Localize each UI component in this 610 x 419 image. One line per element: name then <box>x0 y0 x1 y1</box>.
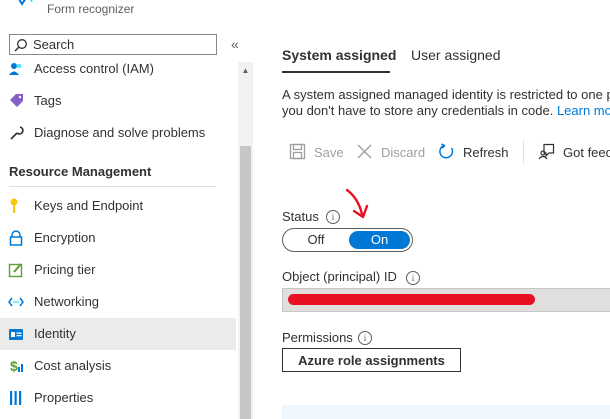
toggle-off-option[interactable]: Off <box>283 229 349 251</box>
edit-icon <box>8 263 23 278</box>
collapse-sidebar-button[interactable]: « <box>231 36 239 52</box>
redaction-mark <box>288 294 535 305</box>
feedback-label: Got feedback? <box>563 145 610 160</box>
sidebar-item-label: Identity <box>34 326 76 341</box>
description-line-2: you don't have to store any credentials … <box>282 103 610 118</box>
toggle-on-option[interactable]: On <box>349 231 410 249</box>
scroll-up-arrow-icon[interactable]: ▲ <box>238 64 253 78</box>
annotation-arrow-icon <box>345 188 369 219</box>
sidebar-item-diagnose[interactable]: Diagnose and solve problems <box>0 117 236 149</box>
status-toggle[interactable]: Off On <box>282 228 413 252</box>
discard-button[interactable]: Discard <box>356 141 426 163</box>
toolbar-separator <box>523 141 524 163</box>
sidebar-item-access-control[interactable]: Access control (IAM) <box>0 53 236 85</box>
section-heading: Resource Management <box>9 164 152 179</box>
sidebar-item-label: Tags <box>34 93 62 108</box>
tab-selected-indicator <box>282 71 390 73</box>
sidebar-item-encryption[interactable]: Encryption <box>0 222 236 254</box>
sidebar-item-label: Cost analysis <box>34 358 112 373</box>
sidebar-item-label: Pricing tier <box>34 262 96 277</box>
info-banner <box>282 405 610 419</box>
discard-label: Discard <box>381 145 426 160</box>
learn-more-link[interactable]: Learn mo <box>557 103 610 118</box>
properties-icon <box>10 391 22 405</box>
feedback-button[interactable]: Got feedback? <box>538 141 610 163</box>
refresh-label: Refresh <box>463 145 509 160</box>
sidebar-item-label: Encryption <box>34 230 96 245</box>
sidebar-item-identity[interactable]: Identity <box>0 318 236 350</box>
tab-user-assigned[interactable]: User assigned <box>411 47 501 63</box>
search-input[interactable] <box>33 35 213 54</box>
identity-icon <box>9 329 23 340</box>
description-text: you don't have to store any credentials … <box>282 103 557 118</box>
wrench-icon <box>10 126 24 140</box>
sidebar-item-keys[interactable]: Keys and Endpoint <box>0 190 236 222</box>
key-icon <box>10 198 18 213</box>
sidebar-item-label: Properties <box>34 390 94 405</box>
feedback-icon <box>538 143 555 160</box>
cost-icon: $ <box>10 358 23 374</box>
save-icon <box>289 143 306 160</box>
sidebar-item-label: Access control (IAM) <box>34 61 154 76</box>
svg-text:$: $ <box>10 358 18 374</box>
sidebar-item-tags[interactable]: Tags <box>0 85 236 117</box>
close-icon <box>357 144 372 159</box>
refresh-button[interactable]: Refresh <box>438 141 510 163</box>
permissions-label: Permissions <box>282 330 353 345</box>
save-button[interactable]: Save <box>289 141 345 163</box>
sidebar-item-label: Keys and Endpoint <box>34 198 144 213</box>
info-icon[interactable]: i <box>358 331 372 345</box>
scrollbar-thumb[interactable] <box>240 146 251 419</box>
section-divider <box>9 186 216 187</box>
search-box[interactable] <box>9 34 217 55</box>
tab-system-assigned[interactable]: System assigned <box>282 47 396 63</box>
sidebar-item-pricing[interactable]: Pricing tier <box>0 254 236 286</box>
azure-role-assignments-button[interactable]: Azure role assignments <box>282 348 461 372</box>
lock-icon <box>9 230 23 246</box>
info-icon[interactable]: i <box>326 210 340 224</box>
resource-subtitle: Form recognizer <box>47 2 135 16</box>
people-icon <box>9 63 22 75</box>
description-line-1: A system assigned managed identity is re… <box>282 87 610 102</box>
sidebar-item-label: Networking <box>34 294 100 309</box>
form-recognizer-logo <box>18 0 33 6</box>
tag-icon <box>10 94 23 107</box>
sidebar-item-label: Diagnose and solve problems <box>34 125 206 140</box>
networking-icon <box>8 297 24 307</box>
save-label: Save <box>314 145 344 160</box>
search-icon <box>14 39 27 52</box>
info-icon[interactable]: i <box>406 271 420 285</box>
status-label: Status <box>282 209 319 224</box>
refresh-icon <box>439 143 454 159</box>
object-id-label: Object (principal) ID <box>282 269 397 284</box>
sidebar-item-networking[interactable]: Networking <box>0 286 236 318</box>
sidebar-item-properties[interactable]: Properties <box>0 382 236 414</box>
sidebar-item-cost-analysis[interactable]: $ Cost analysis <box>0 350 236 382</box>
